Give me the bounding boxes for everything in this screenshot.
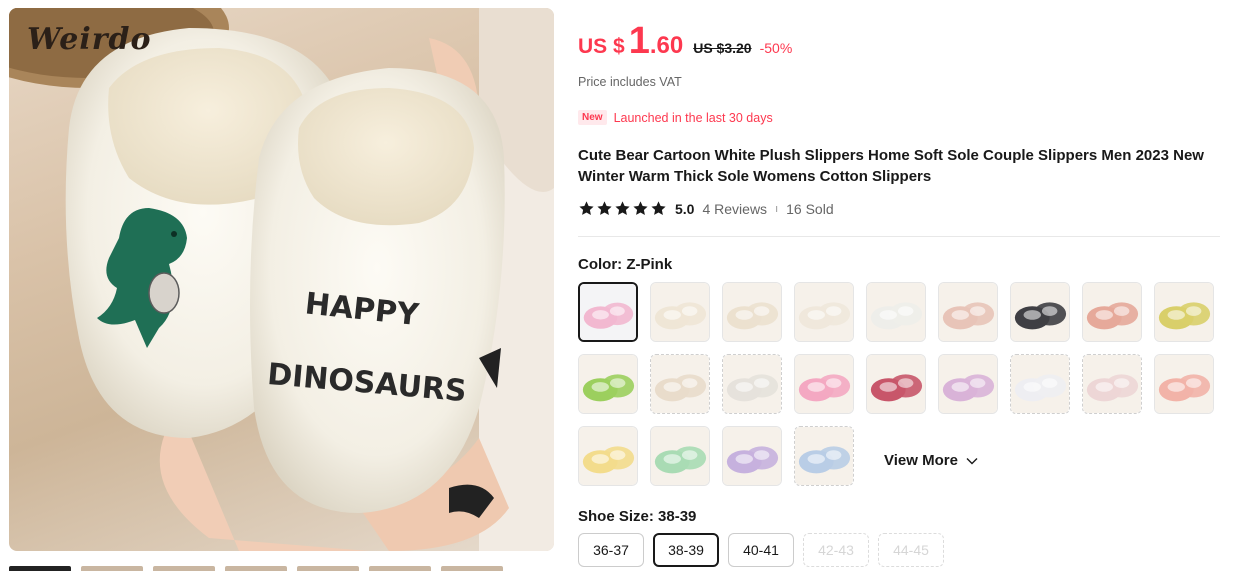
thumbnail-1[interactable] (9, 566, 71, 571)
star-icon (597, 201, 612, 215)
slipper-thumbnail (1011, 283, 1069, 341)
color-swatch[interactable] (794, 354, 854, 414)
color-swatch[interactable] (1154, 354, 1214, 414)
size-options: 36-37 38-39 40-41 42-43 44-45 (578, 533, 944, 567)
slipper-thumbnail (723, 355, 781, 413)
color-swatch[interactable] (938, 282, 998, 342)
slipper-thumbnail (723, 427, 781, 485)
size-label: Shoe Size: 38-39 (578, 508, 697, 525)
slipper-thumbnail (723, 283, 781, 341)
color-swatch[interactable] (866, 354, 926, 414)
size-option[interactable]: 38-39 (653, 533, 719, 567)
color-swatch[interactable] (578, 282, 638, 342)
sold-count: 16 Sold (786, 200, 834, 217)
color-swatch[interactable] (794, 282, 854, 342)
star-icon (615, 201, 630, 215)
size-option[interactable]: 40-41 (728, 533, 794, 567)
price-decimal: .60 (649, 32, 684, 59)
thumbnail-5[interactable] (297, 566, 359, 571)
reviews-link[interactable]: 4 Reviews (702, 201, 767, 217)
color-swatch[interactable] (938, 354, 998, 414)
color-swatch[interactable] (650, 282, 710, 342)
new-launch-row: New Launched in the last 30 days (578, 110, 773, 125)
slipper-thumbnail (579, 355, 637, 413)
new-launch-text: Launched in the last 30 days (613, 110, 773, 125)
brand-logo-text: Weirdo (27, 22, 152, 57)
discount-percent: -50% (759, 40, 793, 56)
slippers-photo: HAPPY DINOSAURS (9, 8, 554, 551)
vat-note: Price includes VAT (578, 75, 682, 89)
original-price: US $3.20 (693, 40, 752, 56)
slipper-thumbnail (867, 283, 925, 341)
thumbnail-strip[interactable] (9, 566, 554, 571)
size-option[interactable]: 36-37 (578, 533, 644, 567)
slipper-thumbnail (1083, 355, 1141, 413)
color-swatch[interactable] (578, 426, 638, 486)
color-swatch[interactable] (794, 426, 854, 486)
view-more-button[interactable]: View More (884, 452, 978, 469)
thumbnail-7[interactable] (441, 566, 503, 571)
color-swatch[interactable] (1082, 354, 1142, 414)
thumbnail-4[interactable] (225, 566, 287, 571)
new-badge: New (578, 110, 607, 125)
chevron-down-icon (966, 457, 978, 464)
size-option: 44-45 (878, 533, 944, 567)
size-option: 42-43 (803, 533, 869, 567)
thumbnail-3[interactable] (153, 566, 215, 571)
color-swatch[interactable] (866, 282, 926, 342)
separator: ı (775, 202, 779, 215)
slipper-thumbnail (1011, 355, 1069, 413)
color-swatch[interactable] (650, 426, 710, 486)
slipper-thumbnail (1155, 283, 1213, 341)
slipper-thumbnail (939, 355, 997, 413)
slipper-thumbnail (795, 283, 853, 341)
divider (578, 236, 1220, 237)
view-more-label: View More (884, 452, 958, 469)
color-swatch[interactable] (1082, 282, 1142, 342)
color-swatch[interactable] (722, 282, 782, 342)
color-label: Color: Z-Pink (578, 256, 673, 273)
thumbnail-2[interactable] (81, 566, 143, 571)
color-swatch[interactable] (1154, 282, 1214, 342)
slipper-thumbnail (939, 283, 997, 341)
star-icon (579, 201, 594, 215)
price-integer: 1 (628, 20, 650, 62)
color-swatch[interactable] (650, 354, 710, 414)
price-currency: US $ (578, 35, 625, 58)
main-product-image[interactable]: HAPPY DINOSAURS Weirdo (9, 8, 554, 551)
thumbnail-6[interactable] (369, 566, 431, 571)
slipper-thumbnail (579, 427, 637, 485)
color-swatch[interactable] (1010, 282, 1070, 342)
slipper-thumbnail (651, 283, 709, 341)
color-swatch[interactable] (1010, 354, 1070, 414)
color-swatch[interactable] (722, 426, 782, 486)
product-title: Cute Bear Cartoon White Plush Slippers H… (578, 147, 1204, 185)
slipper-thumbnail (867, 355, 925, 413)
rating-row[interactable]: 5.0 4 Reviews ı 16 Sold (578, 200, 834, 217)
rating-value: 5.0 (675, 200, 695, 217)
color-swatch[interactable] (578, 354, 638, 414)
slipper-thumbnail (795, 427, 853, 485)
slipper-thumbnail (1083, 283, 1141, 341)
product-info: US $ 1 .60 US $3.20 -50% Price includes … (578, 0, 1223, 571)
color-swatch[interactable] (722, 354, 782, 414)
price-row: US $ 1 .60 US $3.20 -50% (578, 20, 792, 63)
star-icon (633, 201, 648, 215)
slipper-thumbnail (1155, 355, 1213, 413)
slipper-thumbnail (651, 355, 709, 413)
star-icon (651, 201, 666, 215)
slipper-thumbnail (651, 427, 709, 485)
slipper-thumbnail (580, 284, 636, 340)
star-rating (578, 200, 667, 217)
slipper-thumbnail (795, 355, 853, 413)
